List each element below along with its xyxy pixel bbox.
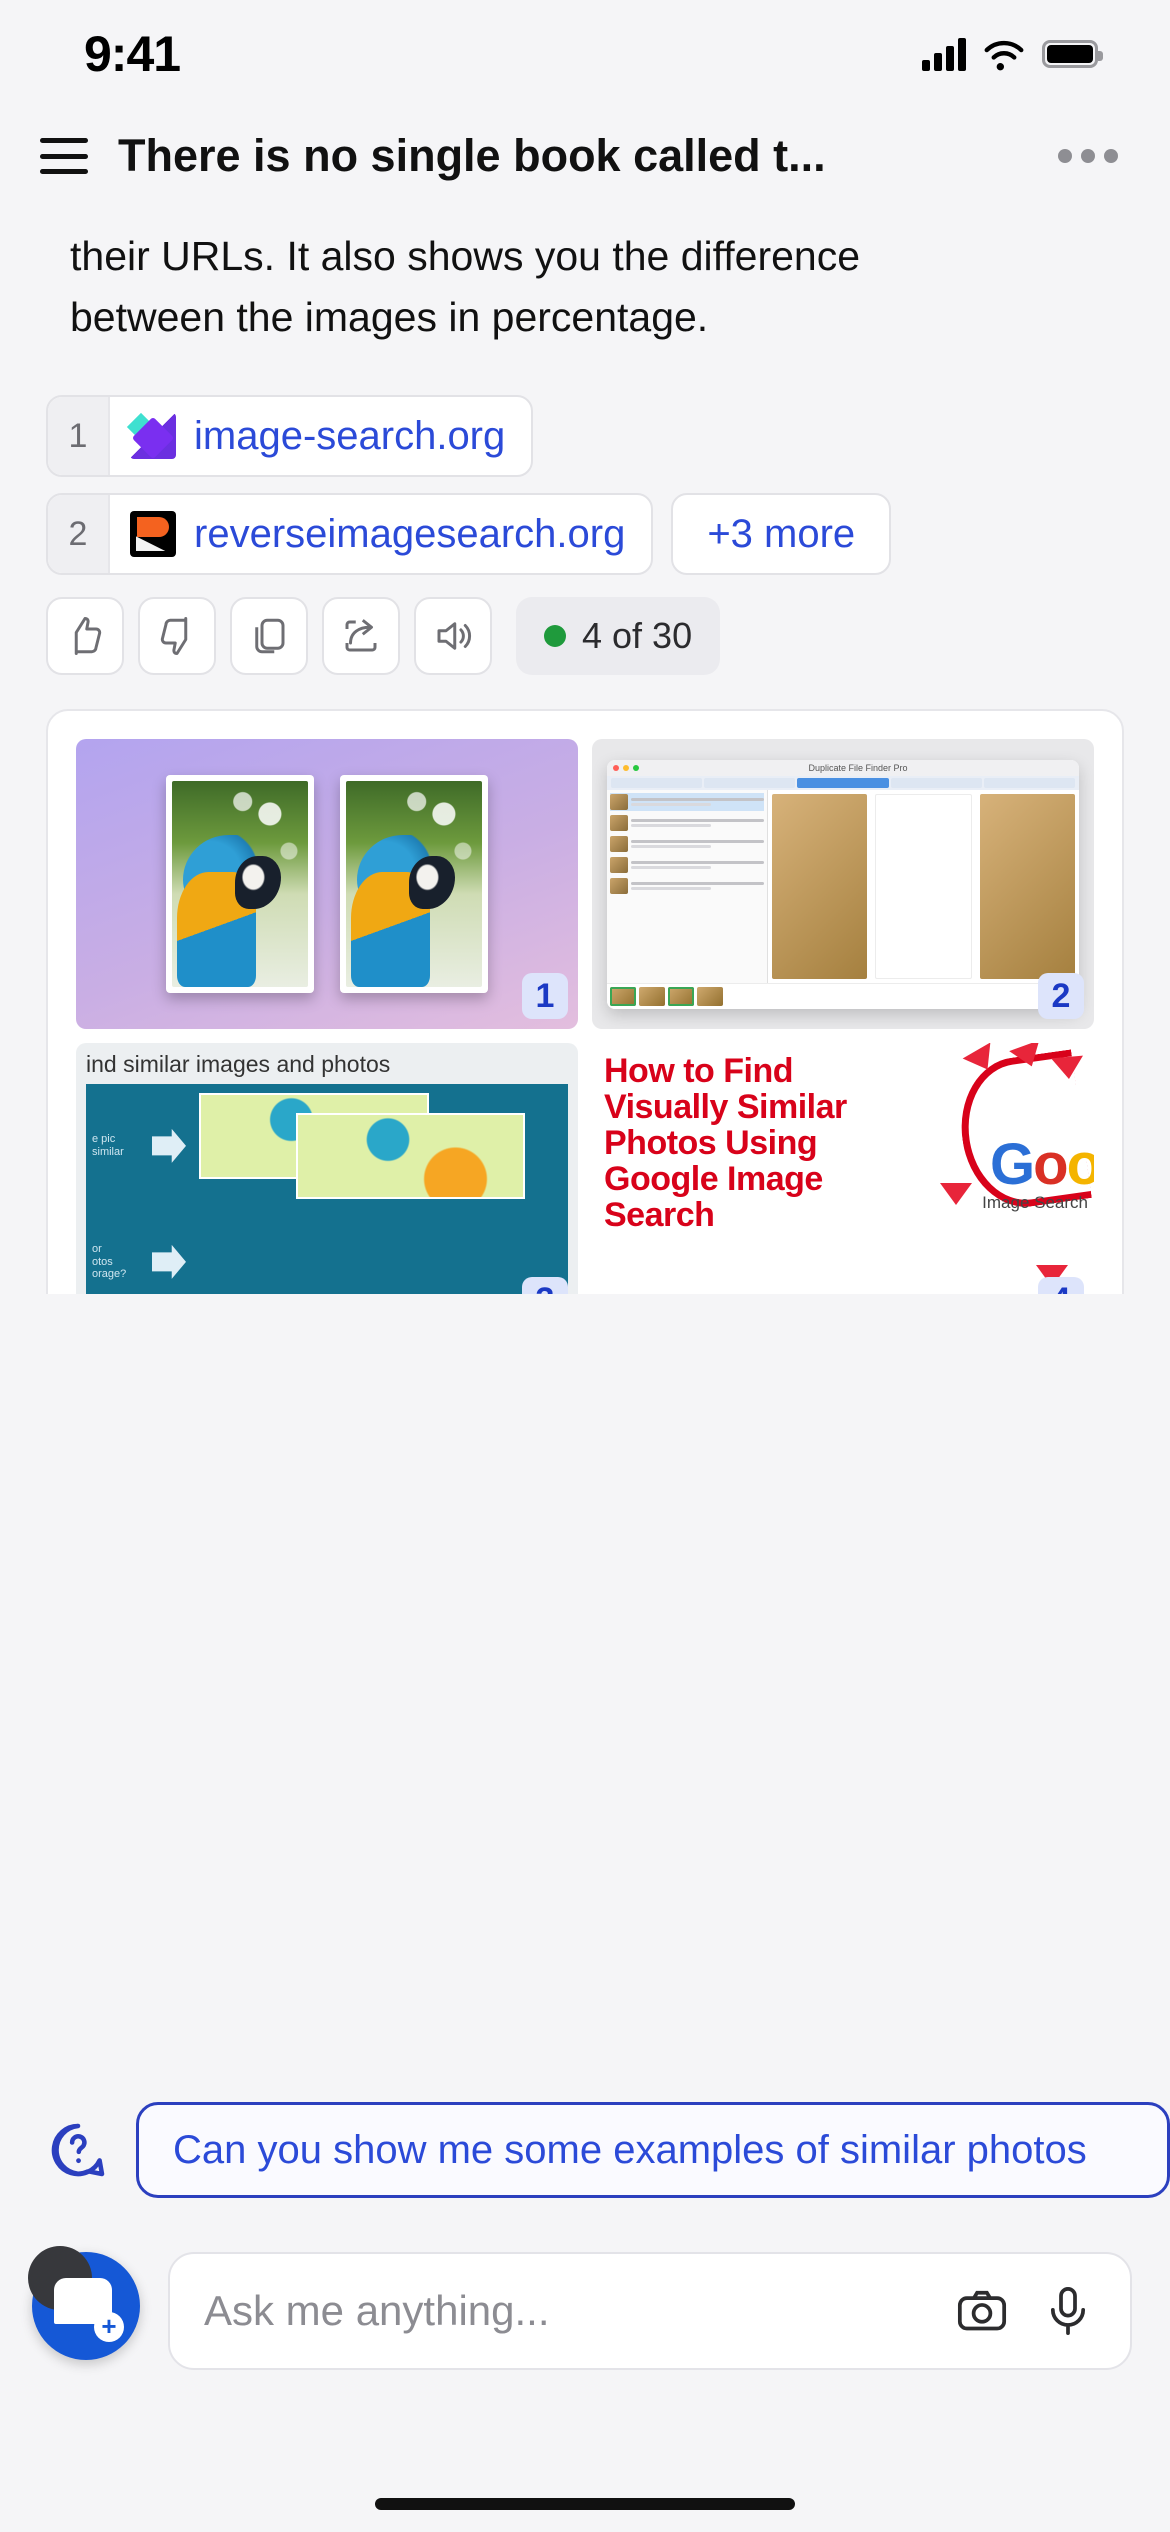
mac-window-title: Duplicate File Finder Pro	[808, 762, 908, 773]
citation-label: reverseimagesearch.org	[194, 511, 626, 556]
citation-chip[interactable]: 1 image-search.org	[46, 395, 534, 478]
page-title: There is no single book called t...	[118, 130, 826, 181]
conversation-scroll[interactable]: compare two images side by side by uploa…	[0, 204, 1170, 1294]
google-image-search-label: Image Search	[982, 1193, 1088, 1213]
message-action-toolbar: 4 of 30	[0, 597, 1170, 676]
camera-icon[interactable]	[954, 2283, 1010, 2339]
citations-more-button[interactable]: +3 more	[671, 493, 892, 576]
thumbs-down-icon	[160, 617, 188, 656]
google-logo-text: Goo	[990, 1132, 1094, 1198]
image-badge: 2	[1038, 973, 1084, 1020]
image-badge: 3	[522, 1277, 568, 1294]
wifi-icon	[984, 40, 1024, 70]
suggested-question-text: Can you show me some examples of similar…	[173, 2127, 1087, 2172]
image-grid: 1 Duplicate File Finder Pro 2 ind simila…	[48, 711, 1122, 1294]
status-dot-icon	[544, 625, 566, 648]
citation-body: reverseimagesearch.org	[110, 495, 651, 573]
cellular-signal-icon	[922, 37, 966, 71]
thumbs-down-button[interactable]	[138, 597, 216, 676]
message-input-placeholder[interactable]: Ask me anything...	[204, 2287, 924, 2335]
citation-index: 2	[48, 495, 110, 574]
citation-list-row2: 2 reverseimagesearch.org +3 more	[0, 493, 1170, 576]
message-input-bar[interactable]: Ask me anything...	[168, 2252, 1132, 2370]
thumbs-up-icon	[74, 617, 102, 656]
phone-screen: 9:41 There is no single book called t...…	[0, 0, 1170, 2532]
parrot-photo-left	[166, 775, 314, 994]
progress-label: 4 of 30	[582, 615, 693, 657]
thumbs-up-button[interactable]	[46, 597, 124, 676]
image-badge: 4	[1038, 1277, 1084, 1294]
status-bar: 9:41	[0, 0, 1170, 108]
image-search-logo-icon	[130, 413, 176, 460]
speaker-icon	[437, 622, 472, 651]
microphone-icon[interactable]	[1040, 2283, 1096, 2339]
battery-icon	[1042, 40, 1103, 68]
reverseimagesearch-logo-icon	[130, 511, 176, 558]
citation-list: 1 image-search.org	[0, 395, 1170, 478]
citation-label: image-search.org	[194, 413, 506, 458]
image-tile[interactable]: Duplicate File Finder Pro 2	[592, 739, 1094, 1030]
image-badge: 1	[522, 973, 568, 1020]
copy-icon	[255, 619, 285, 654]
status-time: 9:41	[84, 26, 181, 82]
composer-bar: + Ask me anything...	[0, 2212, 1170, 2532]
app-header: There is no single book called t...	[0, 108, 1170, 204]
share-icon	[345, 619, 377, 652]
image-results-card: 1 Duplicate File Finder Pro 2 ind simila…	[46, 709, 1124, 1294]
share-button[interactable]	[322, 597, 400, 676]
answer-line-2: between the images in percentage.	[70, 293, 709, 340]
answer-line-1: their URLs. It also shows you the differ…	[70, 233, 861, 279]
image-tile[interactable]: 1	[76, 739, 578, 1030]
answer-progress-badge: 4 of 30	[516, 597, 721, 676]
assistant-avatar-icon[interactable]: +	[28, 2246, 140, 2360]
copy-button[interactable]	[230, 597, 308, 676]
speak-button[interactable]	[414, 597, 492, 676]
suggested-question-row: Can you show me some examples of similar…	[0, 2090, 1170, 2210]
citation-chip[interactable]: 2 reverseimagesearch.org	[46, 493, 654, 576]
infographic-board: e pic similar or otos orage?	[86, 1084, 568, 1294]
mac-app-screenshot: Duplicate File Finder Pro	[607, 759, 1079, 1010]
status-icons	[922, 37, 1103, 71]
citation-index: 1	[48, 397, 110, 476]
answer-text: compare two images side by side by uploa…	[0, 204, 1170, 347]
parrot-photo-right	[340, 775, 488, 994]
tile-caption: ind similar images and photos	[86, 1051, 391, 1078]
citation-body: image-search.org	[110, 397, 531, 475]
hamburger-menu-icon[interactable]	[40, 138, 88, 174]
home-indicator	[375, 2498, 795, 2510]
more-options-icon[interactable]	[1058, 149, 1124, 163]
question-bubble-icon	[51, 2123, 105, 2177]
image-tile[interactable]: ind similar images and photos e pic simil…	[76, 1043, 578, 1294]
image-tile[interactable]: How to Find Visually Similar Photos Usin…	[592, 1043, 1094, 1294]
suggested-question-pill[interactable]: Can you show me some examples of similar…	[136, 2102, 1170, 2198]
